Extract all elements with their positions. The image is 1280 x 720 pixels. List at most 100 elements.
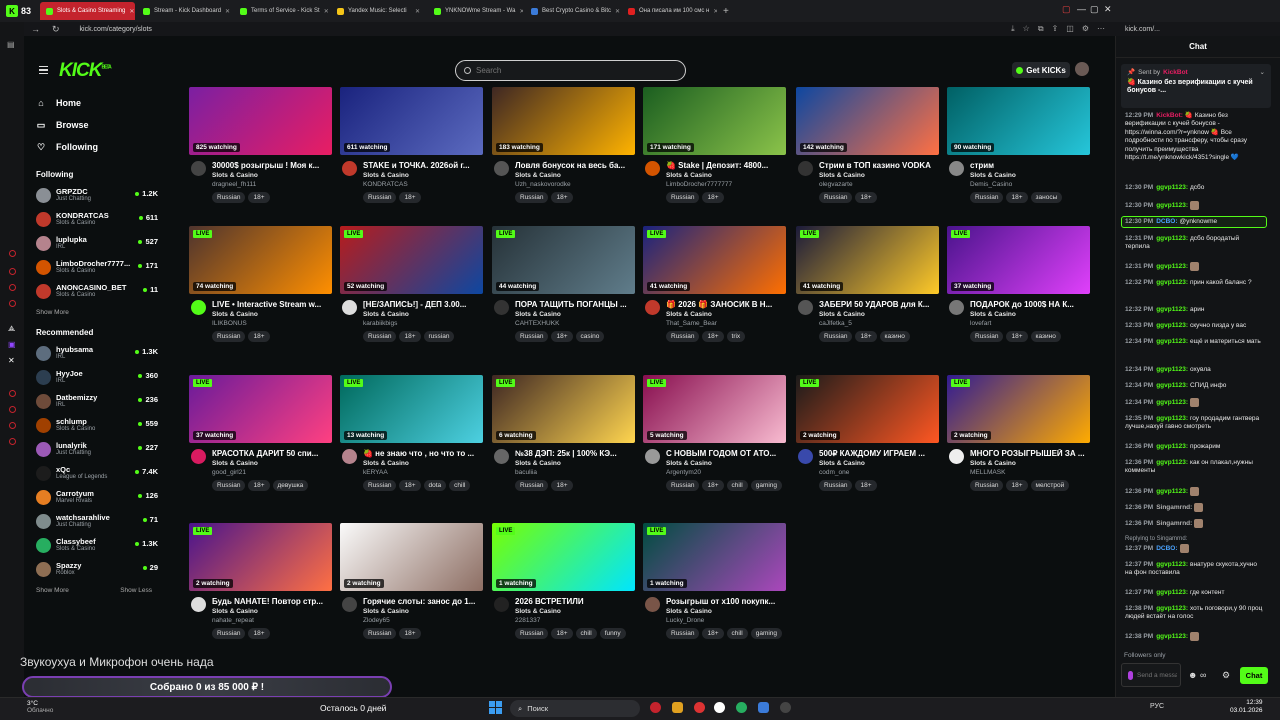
avatar[interactable] — [191, 161, 206, 176]
stream-tag[interactable]: 18+ — [551, 192, 573, 203]
stream-category[interactable]: Slots & Casino — [666, 172, 712, 179]
message-user[interactable]: ggvp1123: — [1156, 633, 1188, 640]
chat-message[interactable]: 12:36 PM Singamrnd: — [1125, 503, 1265, 513]
sidebar-channel[interactable]: GRPZDC Just Chatting 1.2K — [28, 183, 160, 207]
stream-card[interactable]: 171 watching 🍓 Stake | Депозит: 4800... … — [643, 87, 786, 207]
stream-thumbnail[interactable]: LIVE 6 watching — [492, 375, 635, 443]
sidebar-nav-browse[interactable]: ▭ Browse — [28, 114, 160, 136]
chat-message[interactable]: 12:31 PM ggvp1123: — [1125, 262, 1265, 272]
sidebar-app-icon[interactable] — [9, 438, 16, 445]
close-icon[interactable]: ✕ — [129, 8, 134, 15]
stream-title[interactable]: ПОРА ТАЩИТЬ ПОГАНЦЫ ... — [515, 300, 633, 309]
stream-tag[interactable]: Russian — [363, 480, 397, 491]
stream-tag[interactable]: gaming — [750, 628, 783, 639]
message-user[interactable]: Singamrnd: — [1156, 520, 1192, 527]
stream-category[interactable]: Slots & Casino — [819, 460, 865, 467]
browser-tab[interactable]: YNKNOWme Stream - Wa ✕ — [428, 2, 523, 20]
stream-category[interactable]: Slots & Casino — [515, 608, 561, 615]
stream-card[interactable]: LIVE 2 watching МНОГО РОЗЫГРЫШЕЙ ЗА ... … — [947, 375, 1090, 495]
close-icon[interactable]: ✕ — [713, 8, 717, 15]
stream-tag[interactable]: 18+ — [855, 192, 877, 203]
search-input[interactable] — [476, 66, 676, 75]
stream-tag[interactable]: russian — [423, 331, 455, 342]
stream-tag[interactable]: trix — [726, 331, 746, 342]
avatar[interactable] — [949, 449, 964, 464]
stream-tag[interactable]: 18+ — [399, 628, 421, 639]
stream-category[interactable]: Slots & Casino — [212, 460, 258, 467]
avatar[interactable] — [342, 597, 357, 612]
stream-tag[interactable]: Russian — [666, 331, 700, 342]
stream-tag[interactable]: 18+ — [399, 331, 421, 342]
stream-tag[interactable]: casino — [575, 331, 605, 342]
stream-card[interactable]: LIVE 74 watching LIVE • Interactive Stre… — [189, 226, 332, 346]
stream-thumbnail[interactable]: 2 watching — [340, 523, 483, 591]
window-close-button[interactable]: ✕ — [1104, 4, 1112, 15]
channel-name[interactable]: good_girl21 — [212, 469, 246, 476]
chat-message[interactable]: 12:34 PM ggvp1123: ещё и материться мать — [1125, 338, 1265, 346]
hamburger-menu-icon[interactable] — [39, 66, 48, 74]
channel-name[interactable]: Lucky_Drone — [666, 617, 704, 624]
message-user[interactable]: ggvp1123: — [1156, 366, 1188, 373]
stream-thumbnail[interactable]: LIVE 37 watching — [947, 226, 1090, 294]
stream-card[interactable]: LIVE 1 watching Розыгрыш от х100 покупк.… — [643, 523, 786, 643]
stream-tag[interactable]: 18+ — [702, 331, 724, 342]
show-less-recommended[interactable]: Show Less — [120, 587, 152, 594]
stream-tag[interactable]: 18+ — [855, 331, 877, 342]
forward-button[interactable]: → — [31, 24, 40, 34]
show-more-following[interactable]: Show More — [36, 309, 69, 316]
message-user[interactable]: ggvp1123: — [1156, 306, 1188, 313]
avatar[interactable] — [798, 161, 813, 176]
stream-thumbnail[interactable]: LIVE 2 watching — [796, 375, 939, 443]
stream-card[interactable]: LIVE 41 watching 🎁 2026 🎁 ЗАНОСИК В Н...… — [643, 226, 786, 346]
stream-category[interactable]: Slots & Casino — [515, 172, 561, 179]
stream-tag[interactable]: Russian — [515, 331, 549, 342]
chat-message[interactable]: 12:37 PM ggvp1123: внатуре скукота,хучно н… — [1125, 561, 1265, 578]
page-icon[interactable]: ▤ — [7, 40, 15, 49]
message-user[interactable]: DCBO: — [1156, 545, 1177, 552]
chat-message[interactable]: 12:32 PM ggvp1123: прин какой баланс ? — [1125, 279, 1265, 287]
close-icon[interactable]: ✕ — [415, 8, 420, 15]
stream-title[interactable]: Розыгрыш от х100 покупк... — [666, 597, 784, 606]
avatar[interactable] — [342, 300, 357, 315]
stream-tag[interactable]: 18+ — [399, 480, 421, 491]
message-user[interactable]: ggvp1123: — [1156, 202, 1188, 209]
stream-tag[interactable]: 18+ — [702, 480, 724, 491]
channel-name[interactable]: olegvazarte — [819, 181, 853, 188]
stream-tag[interactable]: Russian — [970, 480, 1004, 491]
message-user[interactable]: ggvp1123: — [1156, 415, 1188, 422]
sidebar-channel[interactable]: Carrotyum Marvel Rivals 126 — [28, 485, 160, 509]
stream-tag[interactable]: Russian — [970, 331, 1004, 342]
sidebar-app-icon[interactable] — [9, 250, 16, 257]
channel-name[interactable]: Uzh_naskovorodke — [515, 181, 571, 188]
stream-thumbnail[interactable]: LIVE 52 watching — [340, 226, 483, 294]
stream-category[interactable]: Slots & Casino — [970, 460, 1016, 467]
browser-badge[interactable]: K 83 — [0, 0, 40, 22]
avatar[interactable] — [494, 597, 509, 612]
stream-category[interactable]: Slots & Casino — [212, 172, 258, 179]
chat-message[interactable]: 12:36 PM ggvp1123: прожарим — [1125, 443, 1265, 451]
channel-name[interactable]: codm_one — [819, 469, 849, 476]
stream-tag[interactable]: мелстрой — [1030, 480, 1070, 491]
sidebar-channel[interactable]: HyyJoe IRL 360 — [28, 365, 160, 389]
stream-title[interactable]: 500₽ КАЖДОМУ ИГРАЕМ ... — [819, 449, 937, 458]
stream-tag[interactable]: dota — [423, 480, 447, 491]
stream-card[interactable]: 611 watching STAKE и ТОЧКА. 2026ой г... … — [340, 87, 483, 207]
sidebar-channel[interactable]: KONDRATCAS Slots & Casino 611 — [28, 207, 160, 231]
app-icon[interactable] — [736, 702, 747, 713]
sidebar-channel[interactable]: LimboDrocher7777... Slots & Casino 171 — [28, 255, 160, 279]
stream-title[interactable]: LIVE • Interactive Stream w... — [212, 300, 330, 309]
stream-title[interactable]: МНОГО РОЗЫГРЫШЕЙ ЗА ... — [970, 449, 1088, 458]
stream-category[interactable]: Slots & Casino — [970, 311, 1016, 318]
channel-name[interactable]: LimboDrocher7777777 — [666, 181, 732, 188]
channel-name[interactable]: KONDRATCAS — [363, 181, 408, 188]
stream-tag[interactable]: Russian — [212, 331, 246, 342]
stream-title[interactable]: С НОВЫМ ГОДОМ ОТ АТО... — [666, 449, 784, 458]
chat-message[interactable]: 12:36 PM ggvp1123: как он плакал,нужны ком… — [1125, 459, 1265, 476]
close-icon[interactable]: ✕ — [225, 8, 230, 15]
channel-name[interactable]: nahate_repeat — [212, 617, 254, 624]
stream-card[interactable]: 183 watching Ловля бонусок на весь ба...… — [492, 87, 635, 207]
message-user[interactable]: ggvp1123: — [1156, 399, 1188, 406]
extension-icon[interactable]: ⧉ — [1038, 24, 1044, 34]
message-user[interactable]: ggvp1123: — [1156, 263, 1188, 270]
stream-category[interactable]: Slots & Casino — [363, 608, 409, 615]
